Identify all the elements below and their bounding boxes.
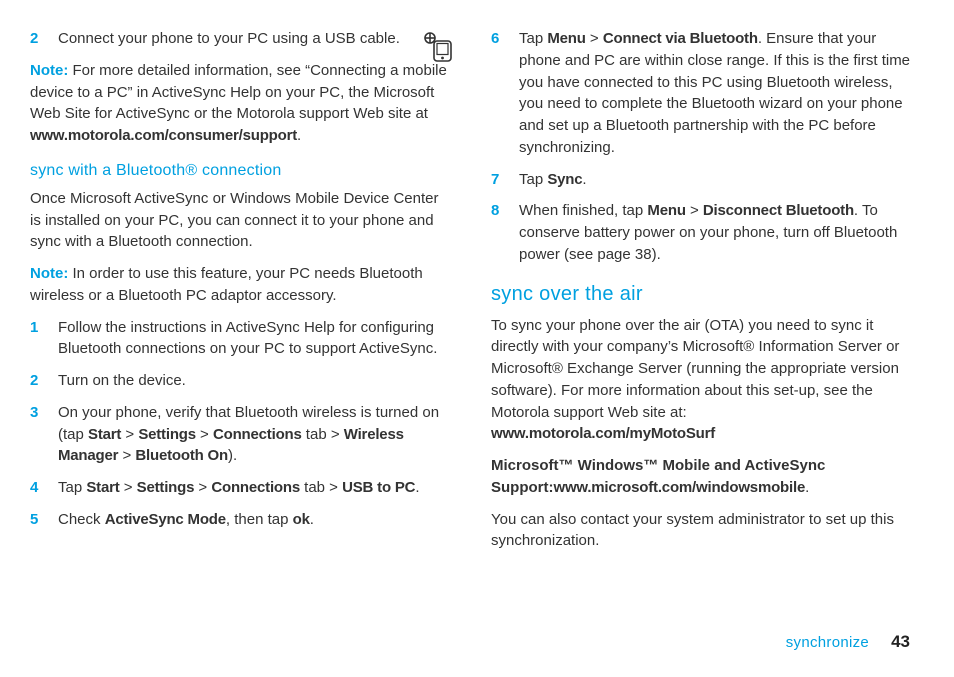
step-3-verify-bt: 3 On your phone, verify that Bluetooth w… xyxy=(30,402,451,467)
menu-path: Settings xyxy=(137,479,195,496)
step-text: Follow the instructions in ActiveSync He… xyxy=(58,317,451,361)
step-text: Turn on the device. xyxy=(58,370,451,392)
t: tab > xyxy=(302,426,344,443)
note-end: . xyxy=(297,127,301,144)
bluetooth-intro: Once Microsoft ActiveSync or Windows Mob… xyxy=(30,188,451,253)
left-column: 2 Connect your phone to your PC using a … xyxy=(30,28,451,562)
step-number: 2 xyxy=(30,370,58,392)
step-body: On your phone, verify that Bluetooth wir… xyxy=(58,402,451,467)
menu-path: Menu xyxy=(647,202,685,219)
step-body: Tap Start > Settings > Connections tab >… xyxy=(58,477,451,499)
step-number: 7 xyxy=(491,169,519,191)
subsection-bluetooth: sync with a Bluetooth® connection xyxy=(30,159,451,182)
step-2-usb: 2 Connect your phone to your PC using a … xyxy=(30,28,451,50)
step-number: 8 xyxy=(491,200,519,265)
t: > xyxy=(686,202,703,219)
note-bluetooth-req: Note: In order to use this feature, your… xyxy=(30,263,451,307)
t: To sync your phone over the air (OTA) yo… xyxy=(491,317,899,421)
menu-path: Settings xyxy=(138,426,196,443)
t: Check xyxy=(58,511,105,528)
menu-path: Bluetooth On xyxy=(135,447,228,464)
menu-path: ok xyxy=(293,511,310,528)
t: > xyxy=(120,479,137,496)
step-body: Connect your phone to your PC using a US… xyxy=(58,28,451,50)
usb-sync-icon xyxy=(419,28,455,71)
menu-path: Sync xyxy=(547,171,582,188)
step-number: 3 xyxy=(30,402,58,467)
admin-paragraph: You can also contact your system adminis… xyxy=(491,509,912,553)
t: , then tap xyxy=(226,511,293,528)
t: > xyxy=(194,479,211,496)
step-8-disconnect-bt: 8 When finished, tap Menu > Disconnect B… xyxy=(491,200,912,265)
t: . xyxy=(415,479,419,496)
ota-paragraph: To sync your phone over the air (OTA) yo… xyxy=(491,315,912,446)
t: tab > xyxy=(300,479,342,496)
step-number: 1 xyxy=(30,317,58,361)
t: Tap xyxy=(58,479,86,496)
menu-path: Connect via Bluetooth xyxy=(603,30,758,47)
step-number: 5 xyxy=(30,509,58,531)
page-footer: synchronize 43 xyxy=(786,630,910,655)
note-text: For more detailed information, see “Conn… xyxy=(30,62,447,123)
t: > xyxy=(118,447,135,464)
menu-path: Disconnect Bluetooth xyxy=(703,202,854,219)
page-columns: 2 Connect your phone to your PC using a … xyxy=(30,28,912,562)
ms-support-url: www.microsoft.com/windowsmobile xyxy=(553,479,805,496)
menu-path: Menu xyxy=(547,30,585,47)
menu-path: Connections xyxy=(211,479,300,496)
step-7-sync: 7 Tap Sync. xyxy=(491,169,912,191)
t: When finished, tap xyxy=(519,202,647,219)
step-number: 2 xyxy=(30,28,58,50)
step-body: Tap Sync. xyxy=(519,169,912,191)
t: > xyxy=(196,426,213,443)
t: Tap xyxy=(519,30,547,47)
t: . xyxy=(805,479,809,496)
step-body: Tap Menu > Connect via Bluetooth. Ensure… xyxy=(519,28,912,159)
step-4-usb-to-pc: 4 Tap Start > Settings > Connections tab… xyxy=(30,477,451,499)
step-6-connect-bt: 6 Tap Menu > Connect via Bluetooth. Ensu… xyxy=(491,28,912,159)
menu-path: ActiveSync Mode xyxy=(105,511,226,528)
t: . Ensure that your phone and PC are with… xyxy=(519,30,910,156)
step-2-turn-on: 2 Turn on the device. xyxy=(30,370,451,392)
t: . xyxy=(582,171,586,188)
menu-path: Start xyxy=(88,426,121,443)
right-column: 6 Tap Menu > Connect via Bluetooth. Ensu… xyxy=(491,28,912,562)
footer-section-label: synchronize xyxy=(786,634,869,651)
step-body: When finished, tap Menu > Disconnect Blu… xyxy=(519,200,912,265)
section-sync-ota: sync over the air xyxy=(491,280,912,309)
footer-page-number: 43 xyxy=(891,632,910,651)
step-body: Check ActiveSync Mode, then tap ok. xyxy=(58,509,451,531)
t: ). xyxy=(228,447,237,464)
step-1-configure: 1 Follow the instructions in ActiveSync … xyxy=(30,317,451,361)
note-text: In order to use this feature, your PC ne… xyxy=(30,265,423,304)
menu-path: USB to PC xyxy=(342,479,415,496)
ota-url: www.motorola.com/myMotoSurf xyxy=(491,425,715,442)
step-text: Connect your phone to your PC using a US… xyxy=(58,30,400,47)
note-url: www.motorola.com/consumer/support xyxy=(30,127,297,144)
note-detailed-info: Note: For more detailed information, see… xyxy=(30,60,451,147)
note-label: Note: xyxy=(30,62,68,79)
step-number: 6 xyxy=(491,28,519,159)
menu-path: Connections xyxy=(213,426,302,443)
t: Tap xyxy=(519,171,547,188)
step-number: 4 xyxy=(30,477,58,499)
t: > xyxy=(121,426,138,443)
step-5-activesync-mode: 5 Check ActiveSync Mode, then tap ok. xyxy=(30,509,451,531)
t: . xyxy=(310,511,314,528)
ms-support-line: Microsoft™ Windows™ Mobile and ActiveSyn… xyxy=(491,455,912,499)
t: > xyxy=(586,30,603,47)
note-label: Note: xyxy=(30,265,68,282)
menu-path: Start xyxy=(86,479,119,496)
